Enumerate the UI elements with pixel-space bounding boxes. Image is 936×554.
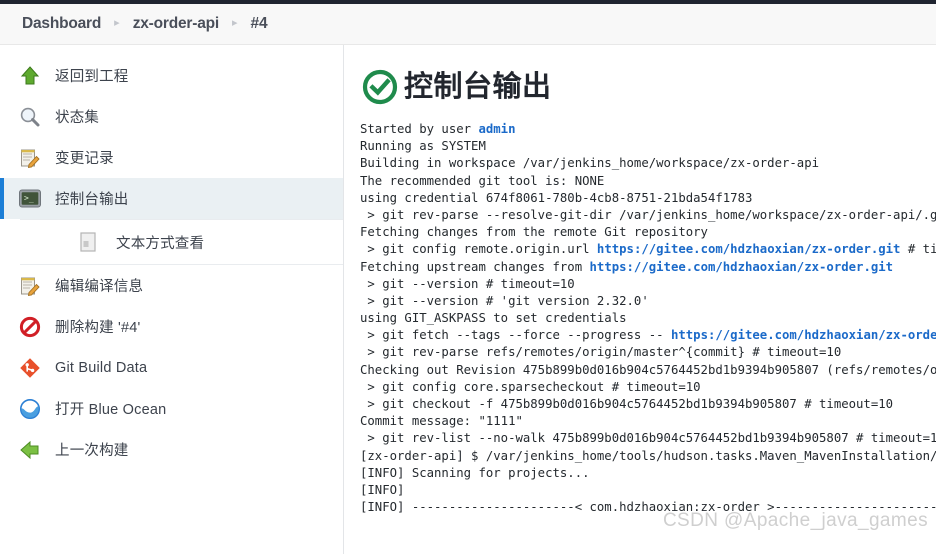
terminal-icon: >_ — [18, 187, 42, 211]
breadcrumb-item-dashboard[interactable]: Dashboard — [22, 15, 101, 33]
console-text: using GIT_ASKPASS to set credentials — [360, 311, 627, 326]
console-line: The recommended git tool is: NONE — [360, 173, 936, 190]
console-text: [zx-order-api] $ /var/jenkins_home/tools… — [360, 448, 936, 463]
console-line: Building in workspace /var/jenkins_home/… — [360, 155, 936, 172]
console-text: using credential 674f8061-780b-4cb8-8751… — [360, 190, 753, 205]
console-line: > git rev-list --no-walk 475b899b0d016b9… — [360, 430, 936, 447]
sidebar-item-label: 编辑编译信息 — [55, 279, 144, 295]
console-output-log: Started by user admin Running as SYSTEM Bu… — [360, 121, 936, 516]
magnifier-icon — [18, 105, 42, 129]
console-line: > git fetch --tags --force --progress --… — [360, 327, 936, 344]
sidebar-item-5[interactable]: 编辑编译信息 — [0, 265, 343, 306]
console-text: Checking out Revision 475b899b0d016b904c… — [360, 362, 936, 377]
breadcrumb: Dashboard ▸ zx-order-api ▸ #4 — [0, 4, 936, 45]
sidebar-item-3[interactable]: >_ 控制台输出 — [0, 178, 343, 219]
console-line: Started by user admin — [360, 121, 936, 138]
sidebar-item-label: Git Build Data — [55, 359, 148, 376]
console-line: Checking out Revision 475b899b0d016b904c… — [360, 362, 936, 379]
console-text: > git config core.sparsecheckout # timeo… — [360, 379, 701, 394]
sidebar-item-label: 删除构建 '#4' — [55, 320, 141, 336]
console-line: Fetching changes from the remote Git rep… — [360, 224, 936, 241]
console-line: Running as SYSTEM — [360, 138, 936, 155]
console-line: Commit message: "1111" — [360, 413, 936, 430]
console-line: > git config core.sparsecheckout # timeo… — [360, 379, 936, 396]
console-text: > git checkout -f 475b899b0d016b904c5764… — [360, 397, 894, 411]
console-line: > git rev-parse --resolve-git-dir /var/j… — [360, 207, 936, 224]
sidebar-item-label: 状态集 — [55, 110, 100, 126]
sidebar-item-label: 返回到工程 — [55, 69, 129, 85]
sidebar-item-label: 打开 Blue Ocean — [55, 402, 167, 418]
console-link[interactable]: admin — [478, 122, 515, 136]
console-text: Running as SYSTEM — [360, 139, 486, 154]
console-text: > git config remote.origin.url — [360, 242, 597, 257]
blue-ocean-icon — [18, 397, 42, 421]
success-check-icon — [360, 67, 400, 107]
console-text: > git rev-list --no-walk 475b899b0d016b9… — [360, 431, 936, 446]
console-line: > git config remote.origin.url https://g… — [360, 241, 936, 258]
notepad-pencil-icon — [18, 274, 42, 298]
console-text: [INFO] — [360, 482, 412, 497]
sidebar-item-label: 上一次构建 — [55, 443, 129, 459]
left-arrow-green-icon — [18, 438, 42, 462]
sidebar-subgroup: 文本方式查看 — [20, 219, 343, 265]
console-text: Commit message: "1111" — [360, 414, 523, 429]
sidebar-item-2[interactable]: 变更记录 — [0, 137, 343, 178]
sidebar-item-label: 文本方式查看 — [116, 235, 205, 252]
notepad-pencil-icon — [18, 146, 42, 170]
console-link[interactable]: https://gitee.com/hdzhaoxian/zx-order.gi… — [590, 260, 894, 274]
console-link[interactable]: https://gitee.com/hdzhaoxian/zx-order.gi… — [671, 328, 936, 342]
console-text: [INFO] ----------------------< com.hdzha… — [360, 500, 936, 515]
console-line: > git rev-parse refs/remotes/origin/mast… — [360, 344, 936, 361]
console-line: > git checkout -f 475b899b0d016b904c5764… — [360, 396, 936, 413]
console-link[interactable]: https://gitee.com/hdzhaoxian/zx-order.gi… — [597, 242, 901, 256]
console-text: > git --version # timeout=10 — [360, 276, 575, 291]
sidebar: 返回到工程状态集变更记录 >_ 控制台输出文本方式查看编辑编译信息 删除构建 '#4'… — [0, 45, 344, 554]
console-text: > git rev-parse --resolve-git-dir /var/j… — [367, 207, 936, 222]
console-text: Fetching upstream changes from — [360, 259, 590, 274]
sidebar-item-4[interactable]: 文本方式查看 — [20, 220, 343, 264]
page-title: 控制台输出 — [404, 70, 552, 103]
console-line: > git --version # 'git version 2.32.0' — [360, 293, 936, 310]
console-line: Fetching upstream changes from https://g… — [360, 259, 936, 276]
console-text: The recommended git tool is: NONE — [360, 173, 605, 188]
sidebar-item-label: 变更记录 — [55, 151, 114, 167]
page-title-row: 控制台输出 — [360, 67, 936, 107]
git-diamond-icon — [18, 356, 42, 380]
svg-text:>_: >_ — [24, 193, 34, 202]
console-text: # timeout=10 — [907, 242, 936, 257]
console-text: [INFO] Scanning for projects... — [360, 465, 590, 480]
console-text: Started by user — [360, 122, 479, 136]
console-line: using GIT_ASKPASS to set credentials — [360, 310, 936, 327]
chevron-right-icon: ▸ — [232, 16, 238, 29]
console-text: Building in workspace /var/jenkins_home/… — [360, 156, 820, 171]
sidebar-item-label: 控制台输出 — [55, 192, 129, 208]
sidebar-item-6[interactable]: 删除构建 '#4' — [0, 306, 343, 347]
document-icon — [76, 230, 100, 254]
sidebar-item-1[interactable]: 状态集 — [0, 96, 343, 137]
console-line: > git --version # timeout=10 — [360, 276, 936, 293]
up-arrow-green-icon — [18, 64, 42, 88]
breadcrumb-item-build[interactable]: #4 — [251, 15, 268, 33]
console-text: Fetching changes from the remote Git rep… — [360, 225, 708, 240]
no-entry-icon — [18, 315, 42, 339]
page-body: 返回到工程状态集变更记录 >_ 控制台输出文本方式查看编辑编译信息 删除构建 '#4'… — [0, 45, 936, 554]
main-content: 控制台输出 Started by user admin Running as SY… — [344, 45, 936, 554]
sidebar-item-0[interactable]: 返回到工程 — [0, 55, 343, 96]
chevron-right-icon: ▸ — [114, 16, 120, 29]
console-text: > git rev-parse refs/remotes/origin/mast… — [360, 345, 842, 360]
sidebar-item-7[interactable]: Git Build Data — [0, 347, 343, 388]
console-line: [zx-order-api] $ /var/jenkins_home/tools… — [360, 448, 936, 465]
console-line: [INFO] Scanning for projects... — [360, 465, 936, 482]
sidebar-item-9[interactable]: 上一次构建 — [0, 429, 343, 470]
breadcrumb-item-project[interactable]: zx-order-api — [133, 15, 220, 33]
console-text: > git fetch --tags --force --progress -- — [360, 328, 671, 343]
console-line: using credential 674f8061-780b-4cb8-8751… — [360, 190, 936, 207]
sidebar-item-8[interactable]: 打开 Blue Ocean — [0, 388, 343, 429]
console-text: > git --version # 'git version 2.32.0' — [360, 293, 649, 308]
console-line: [INFO] ----------------------< com.hdzha… — [360, 499, 936, 516]
console-line: [INFO] — [360, 482, 936, 499]
